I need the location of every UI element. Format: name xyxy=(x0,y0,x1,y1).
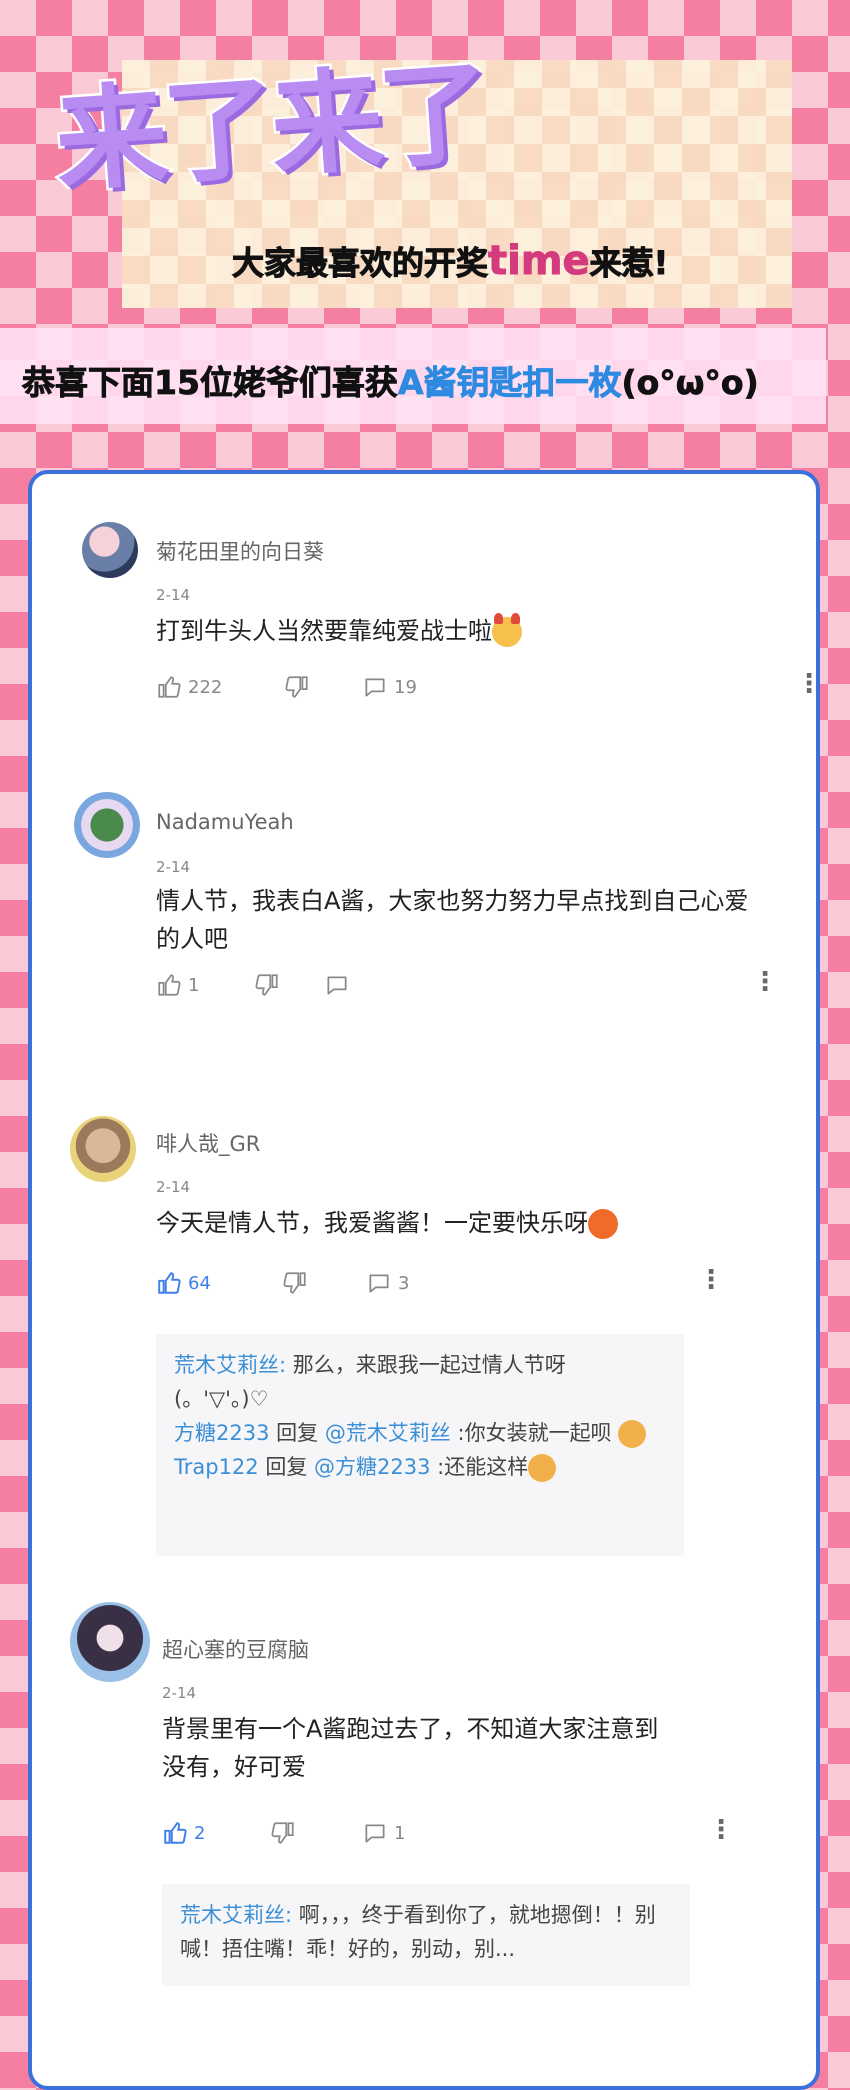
dislike-button[interactable] xyxy=(254,972,280,998)
winner-banner-text: 恭喜下面15位姥爷们喜获A酱钥匙扣一枚(o°ω°o) xyxy=(22,356,759,404)
comment-date: 2-14 xyxy=(162,1684,197,1702)
dog-emoji-icon xyxy=(528,1454,557,1482)
like-button[interactable]: 64 xyxy=(156,1270,211,1296)
like-count: 2 xyxy=(194,1822,206,1844)
like-count: 64 xyxy=(188,1272,211,1294)
reply-button[interactable]: 1 xyxy=(362,1820,405,1846)
thumbs-down-icon xyxy=(255,974,278,996)
reply-target[interactable]: @方糖2233 xyxy=(314,1455,430,1479)
comment-actions: 222 19 ⋮ xyxy=(156,671,822,704)
reply-connector: 回复 xyxy=(258,1455,315,1479)
reply-item[interactable]: 方糖2233 回复 @荒木艾莉丝 :你女装就一起呗 xyxy=(174,1416,666,1450)
reply-item[interactable]: 荒木艾莉丝: 那么，来跟我一起过情人节呀 (。'▽'。)♡ xyxy=(174,1348,666,1416)
page-headline: 来了来了 xyxy=(49,45,494,210)
reply-text: :你女装就一起呗 xyxy=(450,1421,612,1445)
more-vertical-icon[interactable]: ⋮ xyxy=(752,969,778,995)
avatar[interactable] xyxy=(74,792,140,858)
reply-button[interactable]: 19 xyxy=(362,674,417,700)
thumbs-up-icon xyxy=(158,676,181,698)
reply-button[interactable] xyxy=(324,972,356,998)
reply-text: :还能这样 xyxy=(430,1455,529,1479)
more-vertical-icon[interactable]: ⋮ xyxy=(698,1267,724,1293)
like-count: 1 xyxy=(188,974,200,996)
page-subtitle: 大家最喜欢的开奖time来惹! xyxy=(231,238,669,285)
banner-kaomoji: (o°ω°o) xyxy=(621,363,759,403)
reply-list: 荒木艾莉丝: 啊，，，终于看到你了，就地摁倒！！别喊！捂住嘴！乖！好的，别动，别… xyxy=(162,1884,690,1986)
comment-bubble-icon xyxy=(369,1274,389,1293)
comment-bubble-icon xyxy=(365,1824,385,1843)
avatar[interactable] xyxy=(70,1116,136,1182)
like-button[interactable]: 1 xyxy=(156,972,199,998)
comment-text-body: 今天是情人节，我爱酱酱！一定要快乐呀 xyxy=(156,1209,588,1237)
like-button[interactable]: 222 xyxy=(156,674,222,700)
comment-date: 2-14 xyxy=(156,586,191,604)
comment-date: 2-14 xyxy=(156,1178,191,1196)
comment-text: 情人节，我表白A酱，大家也努力努力早点找到自己心爱的人吧 xyxy=(156,887,749,953)
avatar[interactable] xyxy=(70,1602,150,1682)
reply-count: 3 xyxy=(398,1272,410,1294)
subtitle-text: 大家最喜欢的开奖 xyxy=(231,244,489,283)
like-button[interactable]: 2 xyxy=(162,1820,205,1846)
comment-actions: 64 3 ⋮ xyxy=(156,1267,724,1300)
reply-author[interactable]: 荒木艾莉丝: xyxy=(174,1353,286,1377)
subtitle-accent: time xyxy=(488,238,591,285)
comment-text: 今天是情人节，我爱酱酱！一定要快乐呀 xyxy=(156,1204,756,1242)
reply-count: 1 xyxy=(394,1822,406,1844)
comment-username[interactable]: 啡人哉_GR xyxy=(156,1128,260,1158)
comment-actions: 2 1 ⋮ xyxy=(162,1817,734,1850)
reply-item[interactable]: 荒木艾莉丝: 啊，，，终于看到你了，就地摁倒！！别喊！捂住嘴！乖！好的，别动，别… xyxy=(180,1898,672,1966)
angry-face-emoji-icon xyxy=(588,1209,618,1239)
thumbs-down-icon xyxy=(285,676,308,698)
comment-username[interactable]: 超心塞的豆腐脑 xyxy=(162,1634,309,1664)
dislike-button[interactable] xyxy=(270,1820,296,1846)
like-count: 222 xyxy=(188,676,223,698)
reply-author[interactable]: 方糖2233 xyxy=(174,1421,269,1445)
reply-button[interactable]: 3 xyxy=(366,1270,409,1296)
reply-author[interactable]: 荒木艾莉丝: xyxy=(180,1903,292,1927)
reply-target[interactable]: @荒木艾莉丝 xyxy=(325,1421,451,1445)
reply-connector: 回复 xyxy=(269,1421,325,1445)
comment-card: 菊花田里的向日葵 2-14 打到牛头人当然要靠纯爱战士啦 222 19 ⋮ Na… xyxy=(28,470,822,2090)
avatar[interactable] xyxy=(82,522,138,578)
thumbs-down-icon xyxy=(271,1822,294,1844)
banner-prefix: 恭喜下面15位姥爷们喜获 xyxy=(22,363,399,403)
thumbs-up-icon xyxy=(158,974,181,996)
dog-emoji-icon xyxy=(618,1420,647,1448)
banner-prize: A酱钥匙扣一枚 xyxy=(397,363,622,403)
comment-actions: 1 ⋮ xyxy=(156,969,778,1002)
thumbs-down-icon xyxy=(283,1272,306,1294)
comment-text-body: 打到牛头人当然要靠纯爱战士啦 xyxy=(156,617,492,645)
reply-list: 荒木艾莉丝: 那么，来跟我一起过情人节呀 (。'▽'。)♡ 方糖2233 回复 … xyxy=(156,1334,684,1556)
dislike-button[interactable] xyxy=(284,674,310,700)
more-vertical-icon[interactable]: ⋮ xyxy=(796,671,822,697)
reply-item[interactable]: Trap122 回复 @方糖2233 :还能这样 xyxy=(174,1450,666,1484)
thumbs-up-icon xyxy=(164,1822,187,1844)
subtitle-suffix: 来惹! xyxy=(589,244,669,283)
comment-text: 打到牛头人当然要靠纯爱战士啦 xyxy=(156,612,756,650)
comment-username[interactable]: NadamuYeah xyxy=(156,810,294,834)
comment-bubble-icon xyxy=(327,976,347,995)
comment-text: 背景里有一个A酱跑过去了，不知道大家注意到没有，好可爱 xyxy=(162,1715,659,1781)
dislike-button[interactable] xyxy=(282,1270,308,1296)
comment-bubble-icon xyxy=(365,678,385,697)
reply-author[interactable]: Trap122 xyxy=(174,1455,259,1479)
thumbs-up-icon xyxy=(158,1272,181,1294)
reply-count: 19 xyxy=(394,676,417,698)
comment-date: 2-14 xyxy=(156,858,191,876)
more-vertical-icon[interactable]: ⋮ xyxy=(708,1817,734,1843)
ox-emoji-icon xyxy=(492,613,522,647)
comment-username[interactable]: 菊花田里的向日葵 xyxy=(156,536,324,566)
